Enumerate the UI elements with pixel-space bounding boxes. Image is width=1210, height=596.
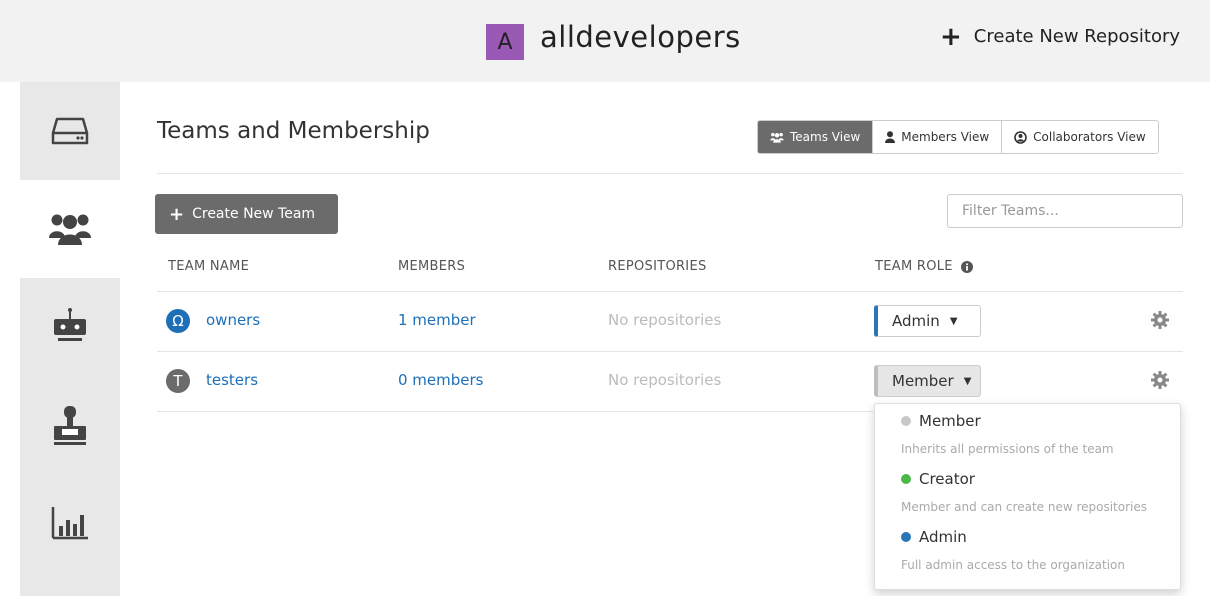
sidebar bbox=[20, 82, 120, 596]
joystick-icon bbox=[54, 406, 86, 445]
create-repository-button[interactable]: + Create New Repository bbox=[940, 21, 1181, 52]
collaborators-view-label: Collaborators View bbox=[1033, 130, 1146, 144]
role-option-label: Creator bbox=[919, 470, 975, 488]
create-new-team-button[interactable]: + Create New Team bbox=[155, 194, 338, 234]
role-option-label: Admin bbox=[919, 528, 967, 546]
collaborators-view-button[interactable]: Collaborators View bbox=[1001, 121, 1158, 153]
team-repositories: No repositories bbox=[608, 371, 722, 389]
plus-icon: + bbox=[169, 203, 185, 225]
team-role-select[interactable]: Member ▼ bbox=[874, 365, 981, 397]
page-title: Teams and Membership bbox=[157, 118, 430, 144]
row-divider bbox=[157, 351, 1183, 352]
title-divider bbox=[157, 173, 1183, 174]
users-icon bbox=[49, 214, 91, 245]
column-header-members[interactable]: MEMBERS bbox=[398, 259, 465, 274]
hard-drive-icon bbox=[51, 117, 89, 145]
status-dot-icon bbox=[901, 474, 911, 484]
sidebar-item-usage-logs[interactable] bbox=[20, 474, 120, 572]
robot-icon bbox=[54, 308, 86, 341]
team-avatar: T bbox=[166, 369, 190, 393]
sidebar-item-repositories[interactable] bbox=[20, 82, 120, 180]
users-icon bbox=[770, 132, 784, 143]
row-divider bbox=[157, 291, 1183, 292]
team-repositories: No repositories bbox=[608, 311, 722, 329]
team-name-link[interactable]: owners bbox=[206, 311, 260, 329]
teams-view-label: Teams View bbox=[790, 130, 861, 144]
role-option-title: Admin bbox=[901, 528, 967, 546]
team-name-link[interactable]: testers bbox=[206, 371, 258, 389]
create-new-team-label: Create New Team bbox=[192, 206, 316, 222]
create-repository-label: Create New Repository bbox=[973, 26, 1181, 47]
org-avatar: A bbox=[486, 24, 524, 60]
user-circle-icon bbox=[1014, 130, 1027, 144]
members-view-label: Members View bbox=[901, 130, 990, 144]
top-header: A alldevelopers + Create New Repository bbox=[0, 0, 1210, 82]
user-icon bbox=[885, 131, 896, 143]
sidebar-item-teams[interactable] bbox=[20, 180, 120, 278]
column-header-repositories[interactable]: REPOSITORIES bbox=[608, 259, 707, 274]
gear-icon[interactable] bbox=[1151, 371, 1169, 389]
team-role-select[interactable]: Admin ▼ bbox=[874, 305, 981, 337]
role-option-creator[interactable]: Creator Member and can create new reposi… bbox=[875, 462, 1180, 520]
team-members-link[interactable]: 1 member bbox=[398, 311, 476, 329]
status-dot-icon bbox=[901, 416, 911, 426]
role-option-member[interactable]: Member Inherits all permissions of the t… bbox=[875, 404, 1180, 462]
team-avatar: Ω bbox=[166, 309, 190, 333]
team-role-label: TEAM ROLE bbox=[875, 259, 953, 274]
sidebar-item-robots[interactable] bbox=[20, 278, 120, 376]
view-toggle: Teams View Members View Collaborators Vi… bbox=[757, 120, 1159, 154]
team-role-value: Member bbox=[892, 372, 954, 390]
bar-chart-icon bbox=[51, 507, 88, 540]
caret-down-icon: ▼ bbox=[949, 315, 958, 327]
column-header-team-role: TEAM ROLE bbox=[875, 259, 974, 274]
status-dot-icon bbox=[901, 532, 911, 542]
role-option-admin[interactable]: Admin Full admin access to the organizat… bbox=[875, 520, 1180, 578]
role-option-label: Member bbox=[919, 412, 981, 430]
role-dropdown-menu: Member Inherits all permissions of the t… bbox=[874, 403, 1181, 590]
team-members-link[interactable]: 0 members bbox=[398, 371, 484, 389]
plus-icon: + bbox=[940, 21, 962, 52]
sidebar-item-applications[interactable] bbox=[20, 376, 120, 474]
teams-view-button[interactable]: Teams View bbox=[758, 121, 873, 153]
info-icon[interactable] bbox=[961, 260, 974, 273]
role-option-description: Member and can create new repositories bbox=[901, 500, 1148, 514]
filter-teams-input[interactable] bbox=[947, 194, 1183, 228]
gear-icon[interactable] bbox=[1151, 311, 1169, 329]
column-header-team-name[interactable]: TEAM NAME bbox=[168, 259, 249, 274]
org-name: alldevelopers bbox=[540, 20, 741, 54]
caret-down-icon: ▼ bbox=[963, 375, 972, 387]
members-view-button[interactable]: Members View bbox=[872, 121, 1002, 153]
role-option-title: Member bbox=[901, 412, 981, 430]
role-option-description: Full admin access to the organization bbox=[901, 558, 1125, 572]
role-option-description: Inherits all permissions of the team bbox=[901, 442, 1114, 456]
row-divider bbox=[157, 411, 873, 412]
role-option-title: Creator bbox=[901, 470, 975, 488]
team-role-value: Admin bbox=[892, 312, 940, 330]
